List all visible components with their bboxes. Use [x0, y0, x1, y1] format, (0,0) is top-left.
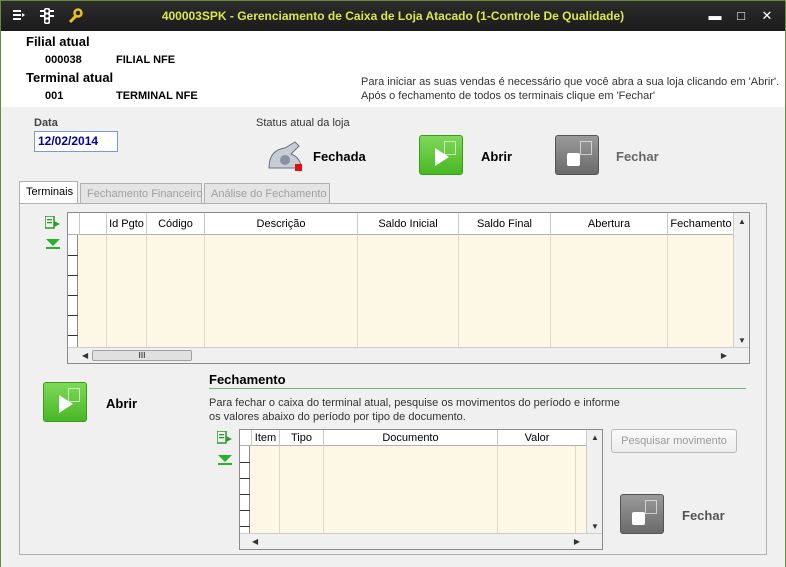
scroll-right-icon[interactable]: ▶ [721, 351, 727, 360]
filial-code: 000038 [45, 54, 82, 66]
fechamento-description: Para fechar o caixa do terminal atual, p… [209, 397, 620, 423]
terminal-name: TERMINAL NFE [116, 90, 198, 102]
scroll-down-icon[interactable]: ▼ [738, 336, 746, 345]
column-header-item[interactable]: Item [252, 430, 280, 446]
column-header-codigo[interactable]: Código [147, 213, 205, 235]
row-indicator [68, 235, 78, 347]
tab-analise-fechamento[interactable]: Análise do Fechamento [204, 183, 330, 203]
row-indicator [240, 446, 250, 533]
maximize-button[interactable]: □ [733, 8, 749, 24]
filial-label: Filial atual [26, 34, 90, 49]
fechamento-title: Fechamento [209, 372, 286, 387]
grid-corner [240, 430, 252, 446]
status-label: Status atual da loja [256, 117, 350, 129]
header-panel: Filial atual 000038 FILIAL NFE Terminal … [1, 31, 785, 107]
move-down-icon[interactable] [217, 454, 233, 468]
scroll-left-icon[interactable]: ◀ [252, 537, 258, 546]
grid-corner [68, 213, 80, 235]
info-line-1: Para iniciar as suas vendas é necessário… [361, 76, 780, 88]
terminais-grid[interactable]: Id Pgto Código Descrição Saldo Inicial S… [67, 212, 750, 364]
section-divider [209, 388, 746, 389]
grid-header: Id Pgto Código Descrição Saldo Inicial S… [68, 213, 749, 235]
store-close-button[interactable] [555, 135, 599, 175]
scroll-right-icon[interactable]: ▶ [574, 537, 580, 546]
store-close-label[interactable]: Fechar [616, 149, 659, 164]
folder-icon [645, 500, 657, 514]
column-header-descricao[interactable]: Descrição [205, 213, 358, 235]
terminal-close-button[interactable] [620, 494, 664, 534]
stop-icon [567, 153, 580, 166]
title-bar: 400003SPK - Gerenciamento de Caixa de Lo… [1, 1, 785, 31]
traffic-light-icon[interactable] [39, 8, 55, 24]
scroll-left-icon[interactable]: ◀ [82, 351, 88, 360]
info-line-2: Após o fechamento de todos os terminais … [361, 90, 656, 102]
scroll-down-icon[interactable]: ▼ [591, 522, 599, 531]
terminal-open-label[interactable]: Abrir [106, 396, 137, 411]
window-title: 400003SPK - Gerenciamento de Caixa de Lo… [161, 9, 625, 23]
column-header-saldo-final[interactable]: Saldo Final [459, 213, 551, 235]
fechamento-vertical-scrollbar[interactable]: ▲ ▼ [586, 430, 602, 533]
date-field[interactable]: 12/02/2014 [34, 131, 118, 152]
tab-terminais[interactable]: Terminais [19, 181, 78, 204]
status-value: Fechada [313, 149, 366, 164]
export-icon[interactable] [216, 430, 233, 445]
wrench-icon[interactable] [67, 8, 83, 24]
play-icon [59, 395, 73, 413]
scroll-up-icon[interactable]: ▲ [591, 433, 599, 442]
store-open-label[interactable]: Abrir [481, 149, 512, 164]
column-header-saldo-inicial[interactable]: Saldo Inicial [358, 213, 459, 235]
terminal-label: Terminal atual [26, 70, 114, 85]
fechamento-horizontal-scrollbar[interactable]: ◀ ▶ [240, 533, 602, 549]
move-down-icon[interactable] [45, 238, 61, 252]
column-header-id-pgto[interactable]: Id Pgto [107, 213, 147, 235]
stop-icon [632, 512, 645, 525]
grid-header: Item Tipo Documento Valor [240, 430, 602, 446]
terminal-code: 001 [45, 90, 64, 102]
column-header-valor[interactable]: Valor [498, 430, 576, 446]
column-header-tipo[interactable]: Tipo [280, 430, 324, 446]
filial-name: FILIAL NFE [116, 54, 176, 66]
menu-icon[interactable] [11, 8, 27, 24]
tab-fechamento-financeiro[interactable]: Fechamento Financeiro [80, 183, 203, 203]
store-closed-icon [265, 138, 307, 174]
folder-icon [580, 141, 592, 155]
minimize-button[interactable]: ▬ [707, 8, 723, 24]
terminal-close-label[interactable]: Fechar [682, 508, 725, 523]
column-header-fechamento[interactable]: Fechamento [668, 213, 734, 235]
scroll-thumb[interactable]: III [92, 350, 192, 361]
column-header-documento[interactable]: Documento [324, 430, 498, 446]
play-icon [435, 148, 449, 166]
terminais-vertical-scrollbar[interactable]: ▲ ▼ [733, 213, 749, 347]
main-window: 400003SPK - Gerenciamento de Caixa de Lo… [0, 0, 786, 567]
scroll-up-icon[interactable]: ▲ [738, 217, 746, 226]
date-label: Data [34, 117, 58, 129]
terminais-horizontal-scrollbar[interactable]: ◀ III ▶ [68, 347, 749, 363]
terminal-open-button[interactable] [43, 382, 87, 422]
close-button[interactable]: ✕ [759, 8, 775, 24]
search-movement-button[interactable]: Pesquisar movimento [611, 429, 737, 453]
fechamento-grid[interactable]: Item Tipo Documento Valor ▲ ▼ ◀ ▶ [239, 429, 603, 550]
column-header-abertura[interactable]: Abertura [551, 213, 668, 235]
export-icon[interactable] [44, 215, 61, 230]
store-open-button[interactable] [419, 135, 463, 175]
column-header-blank [80, 213, 107, 235]
